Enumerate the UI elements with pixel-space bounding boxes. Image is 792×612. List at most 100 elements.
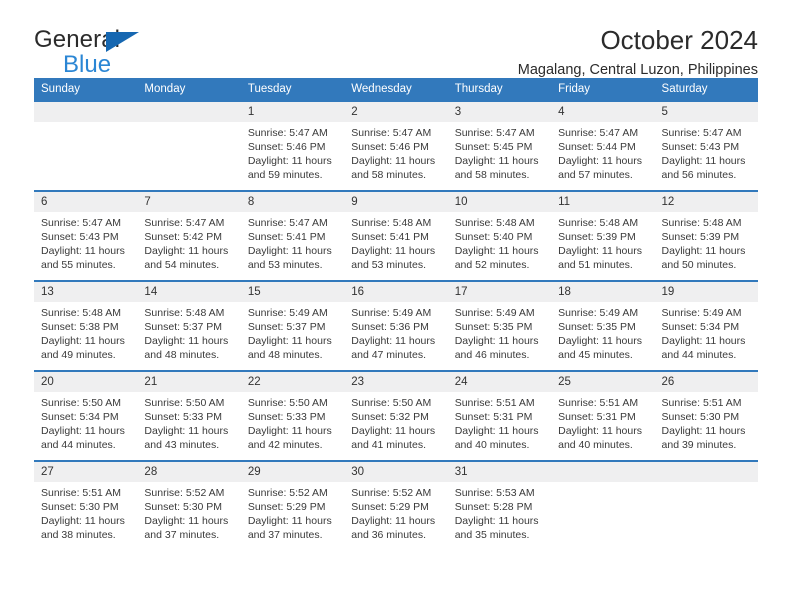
calendar-day-cell[interactable]: 29 Sunrise: 5:52 AM Sunset: 5:29 PM Dayligh…: [240, 461, 345, 550]
calendar-day-cell-empty: [551, 461, 655, 550]
day-sun-info: Sunrise: 5:52 AM Sunset: 5:30 PM Daylight:…: [137, 482, 240, 543]
calendar-day-cell[interactable]: 3 Sunrise: 5:47 AM Sunset: 5:45 PM Daylight…: [447, 101, 552, 190]
calendar-day-cell[interactable]: 14 Sunrise: 5:48 AM Sunset: 5:37 PM Dayligh…: [137, 281, 241, 370]
sunset-text: Sunset: 5:39 PM: [661, 230, 740, 243]
day-number: 28: [137, 461, 241, 482]
general-blue-logo[interactable]: General Blue: [34, 26, 164, 80]
day-sun-info: Sunrise: 5:49 AM Sunset: 5:37 PM Daylight:…: [241, 302, 344, 363]
day-sun-info: Sunrise: 5:47 AM Sunset: 5:43 PM Daylight:…: [655, 122, 758, 183]
calendar-cell: [551, 459, 655, 550]
calendar-day-cell[interactable]: 9 Sunrise: 5:48 AM Sunset: 5:41 PM Daylight…: [344, 191, 448, 280]
calendar-cell: 8 Sunrise: 5:47 AM Sunset: 5:41 PM Daylight…: [240, 189, 345, 281]
calendar-day-cell[interactable]: 19 Sunrise: 5:49 AM Sunset: 5:34 PM Dayligh…: [654, 281, 758, 370]
day-number: [137, 101, 241, 122]
day-number: 10: [447, 191, 552, 212]
sunrise-text: Sunrise: 5:48 AM: [558, 216, 639, 229]
calendar-day-cell[interactable]: 12 Sunrise: 5:48 AM Sunset: 5:39 PM Dayligh…: [654, 191, 758, 280]
sunrise-text: Sunrise: 5:48 AM: [661, 216, 742, 229]
sunset-text: Sunset: 5:41 PM: [247, 230, 326, 243]
calendar-cell: 2 Sunrise: 5:47 AM Sunset: 5:46 PM Daylight…: [344, 101, 448, 191]
calendar-day-cell[interactable]: 27 Sunrise: 5:51 AM Sunset: 5:30 PM Dayligh…: [34, 461, 138, 550]
sunrise-text: Sunrise: 5:49 AM: [661, 306, 742, 319]
day-number: 15: [240, 281, 345, 302]
day-sun-info: Sunrise: 5:49 AM Sunset: 5:35 PM Daylight:…: [448, 302, 551, 363]
sunset-text: Sunset: 5:44 PM: [558, 140, 636, 153]
sunrise-text: Sunrise: 5:52 AM: [351, 486, 432, 499]
calendar-day-cell[interactable]: 24 Sunrise: 5:51 AM Sunset: 5:31 PM Dayligh…: [447, 371, 552, 460]
calendar-day-cell[interactable]: 28 Sunrise: 5:52 AM Sunset: 5:30 PM Dayligh…: [137, 461, 241, 550]
calendar-day-cell[interactable]: 1 Sunrise: 5:47 AM Sunset: 5:46 PM Daylight…: [240, 101, 345, 190]
calendar-cell: 21 Sunrise: 5:50 AM Sunset: 5:33 PM Dayligh…: [137, 369, 241, 461]
page-title: October 2024: [600, 25, 758, 55]
sunset-text: Sunset: 5:35 PM: [558, 320, 636, 333]
calendar-week-row: 1 Sunrise: 5:47 AM Sunset: 5:46 PM Daylight…: [34, 101, 758, 191]
calendar-day-cell[interactable]: 13 Sunrise: 5:48 AM Sunset: 5:38 PM Dayligh…: [34, 281, 138, 370]
calendar-week-row: 20 Sunrise: 5:50 AM Sunset: 5:34 PM Dayligh…: [34, 369, 758, 461]
daylight-text: Daylight: 11 hours and 40 minutes.: [558, 425, 642, 452]
calendar-day-cell[interactable]: 23 Sunrise: 5:50 AM Sunset: 5:32 PM Dayligh…: [344, 371, 448, 460]
calendar-cell: 23 Sunrise: 5:50 AM Sunset: 5:32 PM Dayligh…: [344, 369, 448, 461]
day-sun-info: Sunrise: 5:48 AM Sunset: 5:38 PM Daylight:…: [34, 302, 137, 363]
calendar-cell: 16 Sunrise: 5:49 AM Sunset: 5:36 PM Dayligh…: [344, 279, 448, 371]
day-number: 30: [344, 461, 448, 482]
sunset-text: Sunset: 5:30 PM: [144, 500, 223, 513]
day-sun-info: Sunrise: 5:47 AM Sunset: 5:46 PM Daylight:…: [344, 122, 447, 183]
calendar-day-cell[interactable]: 30 Sunrise: 5:52 AM Sunset: 5:29 PM Dayligh…: [344, 461, 448, 550]
sunrise-text: Sunrise: 5:53 AM: [454, 486, 535, 499]
daylight-text: Daylight: 11 hours and 58 minutes.: [454, 155, 539, 182]
weekday-header-saturday: Saturday: [654, 78, 758, 102]
logo-text-blue: Blue: [63, 51, 112, 78]
calendar-day-cell[interactable]: 7 Sunrise: 5:47 AM Sunset: 5:42 PM Daylight…: [137, 191, 241, 280]
calendar-day-cell[interactable]: 4 Sunrise: 5:47 AM Sunset: 5:44 PM Daylight…: [551, 101, 655, 190]
calendar-day-cell[interactable]: 15 Sunrise: 5:49 AM Sunset: 5:37 PM Dayligh…: [240, 281, 345, 370]
day-sun-info: Sunrise: 5:49 AM Sunset: 5:35 PM Daylight:…: [551, 302, 654, 363]
calendar-cell: 5 Sunrise: 5:47 AM Sunset: 5:43 PM Daylight…: [654, 101, 758, 191]
day-number: 21: [137, 371, 241, 392]
calendar-day-cell[interactable]: 8 Sunrise: 5:47 AM Sunset: 5:41 PM Daylight…: [240, 191, 345, 280]
calendar-day-cell[interactable]: 17 Sunrise: 5:49 AM Sunset: 5:35 PM Dayligh…: [447, 281, 552, 370]
sunrise-text: Sunrise: 5:48 AM: [454, 216, 535, 229]
calendar-cell: 10 Sunrise: 5:48 AM Sunset: 5:40 PM Dayligh…: [447, 189, 552, 281]
calendar-day-cell[interactable]: 2 Sunrise: 5:47 AM Sunset: 5:46 PM Daylight…: [344, 101, 448, 190]
calendar-cell: [34, 101, 138, 191]
daylight-text: Daylight: 11 hours and 54 minutes.: [144, 245, 229, 272]
calendar-cell: 31 Sunrise: 5:53 AM Sunset: 5:28 PM Dayligh…: [447, 459, 552, 550]
calendar-cell: 15 Sunrise: 5:49 AM Sunset: 5:37 PM Dayligh…: [240, 279, 345, 371]
calendar-day-cell[interactable]: 22 Sunrise: 5:50 AM Sunset: 5:33 PM Dayligh…: [240, 371, 345, 460]
day-number: 22: [240, 371, 345, 392]
calendar-week-row: 13 Sunrise: 5:48 AM Sunset: 5:38 PM Dayligh…: [34, 279, 758, 371]
calendar-day-cell[interactable]: 10 Sunrise: 5:48 AM Sunset: 5:40 PM Dayligh…: [447, 191, 552, 280]
title-block: October 2024 Magalang, Central Luzon, Ph…: [164, 25, 758, 78]
sunrise-text: Sunrise: 5:50 AM: [351, 396, 432, 409]
sunrise-text: Sunrise: 5:49 AM: [558, 306, 639, 319]
day-number: 31: [447, 461, 552, 482]
day-number: [551, 461, 655, 482]
sunrise-text: Sunrise: 5:47 AM: [144, 216, 225, 229]
calendar-day-cell[interactable]: 16 Sunrise: 5:49 AM Sunset: 5:36 PM Dayligh…: [344, 281, 448, 370]
calendar-day-cell[interactable]: 11 Sunrise: 5:48 AM Sunset: 5:39 PM Dayligh…: [551, 191, 655, 280]
calendar-day-cell[interactable]: 25 Sunrise: 5:51 AM Sunset: 5:31 PM Dayligh…: [551, 371, 655, 460]
calendar-day-cell-empty: [654, 461, 758, 550]
calendar-cell: 14 Sunrise: 5:48 AM Sunset: 5:37 PM Dayligh…: [137, 279, 241, 371]
calendar-day-cell[interactable]: 21 Sunrise: 5:50 AM Sunset: 5:33 PM Dayligh…: [137, 371, 241, 460]
logo-triangle-icon: [106, 32, 139, 52]
sunset-text: Sunset: 5:45 PM: [454, 140, 533, 153]
calendar-day-cell[interactable]: 26 Sunrise: 5:51 AM Sunset: 5:30 PM Dayligh…: [654, 371, 758, 460]
day-number: 24: [447, 371, 552, 392]
daylight-text: Daylight: 11 hours and 47 minutes.: [351, 335, 436, 362]
calendar-day-cell[interactable]: 6 Sunrise: 5:47 AM Sunset: 5:43 PM Daylight…: [34, 191, 138, 280]
sunrise-text: Sunrise: 5:47 AM: [247, 126, 328, 139]
calendar-week-row: 6 Sunrise: 5:47 AM Sunset: 5:43 PM Daylight…: [34, 189, 758, 281]
day-number: [654, 461, 758, 482]
day-sun-info: Sunrise: 5:48 AM Sunset: 5:39 PM Daylight:…: [551, 212, 654, 273]
calendar-cell: 19 Sunrise: 5:49 AM Sunset: 5:34 PM Dayligh…: [654, 279, 758, 371]
calendar-day-cell[interactable]: 5 Sunrise: 5:47 AM Sunset: 5:43 PM Daylight…: [654, 101, 758, 190]
sunset-text: Sunset: 5:30 PM: [41, 500, 119, 513]
calendar-day-cell[interactable]: 18 Sunrise: 5:49 AM Sunset: 5:35 PM Dayligh…: [551, 281, 655, 370]
calendar-day-cell[interactable]: 31 Sunrise: 5:53 AM Sunset: 5:28 PM Dayligh…: [447, 461, 552, 550]
daylight-text: Daylight: 11 hours and 39 minutes.: [661, 425, 746, 452]
sunset-text: Sunset: 5:46 PM: [351, 140, 429, 153]
calendar-cell: 6 Sunrise: 5:47 AM Sunset: 5:43 PM Daylight…: [34, 189, 138, 281]
sunset-text: Sunset: 5:33 PM: [247, 410, 326, 423]
calendar-day-cell[interactable]: 20 Sunrise: 5:50 AM Sunset: 5:34 PM Dayligh…: [34, 371, 138, 460]
